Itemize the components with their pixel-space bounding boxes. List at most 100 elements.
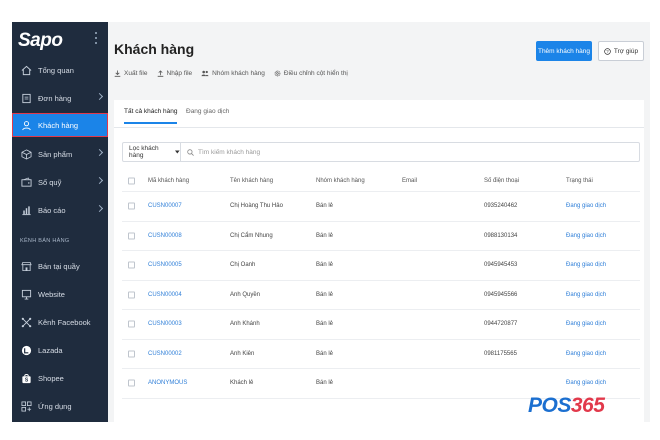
caret-down-icon (175, 150, 180, 154)
sidebar-item-label: Sổ quỹ (38, 177, 62, 187)
search-icon (187, 148, 194, 156)
select-all-checkbox[interactable] (128, 177, 135, 184)
more-options-icon[interactable] (95, 32, 98, 47)
sidebar-item-reports[interactable]: Báo cáo (12, 198, 108, 222)
customer-name: Khách lẻ (230, 380, 254, 387)
sidebar-item-label: Tổng quan (38, 65, 74, 75)
table-row[interactable]: CUSN00008 Chị Cẩm Nhung Bán lẻ 098813013… (122, 222, 640, 251)
table-row[interactable]: CUSN00003 Anh Khánh Bán lẻ 0944720877 Đa… (122, 310, 640, 340)
customer-name: Chị Cẩm Nhung (230, 232, 273, 239)
pos365-watermark: POS365 (528, 394, 605, 417)
row-checkbox[interactable] (128, 379, 135, 387)
sidebar-item-cashbook[interactable]: Sổ quỹ (12, 170, 108, 194)
sidebar-item-label: Shopee (38, 373, 64, 383)
shopee-icon: S (20, 372, 32, 384)
sidebar-item-label: Khách hàng (38, 120, 79, 130)
customer-name: Chị Hoàng Thu Hảo (230, 203, 283, 210)
column-header-email[interactable]: Email (402, 178, 417, 184)
app-window: Sapo Tổng quan Đơn hàng Khách hàng Sản p… (12, 22, 650, 422)
sidebar-item-label: Lazada (38, 345, 63, 355)
store-icon (20, 260, 32, 272)
sidebar-item-products[interactable]: Sản phẩm (12, 142, 108, 166)
customer-code-link[interactable]: CUSN00002 (148, 351, 182, 357)
column-header-group[interactable]: Nhóm khách hàng (316, 178, 365, 184)
table-row[interactable]: CUSN00002 Anh Kiên Bán lẻ 0981175565 Đan… (122, 340, 640, 369)
customer-code-link[interactable]: CUSN00004 (148, 292, 182, 298)
customer-list-card: Tất cả khách hàng Đang giao dịch Lọc khá… (114, 100, 644, 422)
customer-code-link[interactable]: CUSN00003 (148, 321, 182, 327)
sidebar-item-lazada[interactable]: Lazada (12, 338, 108, 362)
customer-table: Mã khách hàng Tên khách hàng Nhóm khách … (122, 170, 640, 399)
adjust-columns-button[interactable]: Điều chỉnh cột hiển thị (274, 70, 348, 77)
table-row[interactable]: CUSN00004 Anh Quyền Bán lẻ 0945945566 Đa… (122, 281, 640, 310)
sidebar-item-website[interactable]: Website (12, 282, 108, 306)
sidebar-item-shopee[interactable]: S Shopee (12, 366, 108, 390)
user-icon (20, 119, 32, 131)
customer-code-link[interactable]: CUSN00007 (148, 203, 182, 209)
customer-phone: 0988130134 (484, 232, 518, 239)
customer-phone: 0945945453 (484, 262, 518, 269)
column-header-code[interactable]: Mã khách hàng (148, 178, 189, 184)
sidebar-item-label: Kênh Facebook (38, 317, 91, 327)
tab-bar: Tất cả khách hàng Đang giao dịch (114, 100, 644, 128)
tab-all-customers[interactable]: Tất cả khách hàng (124, 108, 178, 124)
customer-code-link[interactable]: CUSN00005 (148, 262, 182, 268)
customer-status: Đang giao dịch (566, 350, 607, 357)
customer-status: Đang giao dịch (566, 380, 607, 387)
customer-filter-select[interactable]: Lọc khách hàng (123, 143, 181, 161)
main-content: Khách hàng Xuất file Nhập file Nhóm khác… (108, 22, 650, 422)
customer-status: Đang giao dịch (566, 321, 607, 328)
table-row[interactable]: CUSN00007 Chị Hoàng Thu Hảo Bán lẻ 09352… (122, 192, 640, 222)
sidebar-item-facebook[interactable]: Kênh Facebook (12, 310, 108, 334)
lazada-icon (20, 344, 32, 356)
apps-icon (20, 400, 32, 412)
tab-active-customers[interactable]: Đang giao dịch (186, 108, 229, 115)
export-file-button[interactable]: Xuất file (114, 70, 148, 77)
customer-phone: 0935240462 (484, 203, 518, 210)
customer-status: Đang giao dịch (566, 291, 607, 298)
sidebar-item-overview[interactable]: Tổng quan (12, 58, 108, 82)
row-checkbox[interactable] (128, 232, 135, 240)
sidebar-item-apps[interactable]: Ứng dụng (12, 394, 108, 418)
sidebar-item-label: Website (38, 289, 65, 299)
customer-search-input[interactable]: Tìm kiếm khách hàng (181, 149, 260, 156)
customer-phone: 0981175565 (484, 350, 517, 357)
chevron-right-icon (95, 92, 104, 101)
customer-group: Bán lẻ (316, 321, 334, 328)
column-header-phone[interactable]: Số điện thoại (484, 178, 519, 184)
chevron-right-icon (95, 148, 104, 157)
page-title: Khách hàng (114, 41, 195, 57)
table-row[interactable]: CUSN00005 Chị Oanh Bán lẻ 0945945453 Đan… (122, 251, 640, 281)
upload-icon (157, 70, 163, 77)
column-header-name[interactable]: Tên khách hàng (230, 178, 273, 184)
column-header-status[interactable]: Trạng thái (566, 178, 593, 184)
customer-name: Anh Kiên (230, 350, 255, 357)
add-customer-button[interactable]: Thêm khách hàng (536, 41, 592, 61)
customer-code-link[interactable]: ANONYMOUS (148, 380, 187, 386)
share-icon (20, 316, 32, 328)
sidebar-item-label: Ứng dụng (38, 401, 72, 411)
filter-bar: Lọc khách hàng Tìm kiếm khách hàng (122, 142, 640, 162)
help-icon: ? (604, 47, 611, 55)
row-checkbox[interactable] (128, 261, 135, 269)
sidebar-item-pos[interactable]: Bán tại quầy (12, 254, 108, 278)
row-checkbox[interactable] (128, 350, 135, 358)
row-checkbox[interactable] (128, 202, 135, 210)
monitor-icon (20, 288, 32, 300)
sidebar-item-orders[interactable]: Đơn hàng (12, 86, 108, 110)
customer-status: Đang giao dịch (566, 232, 607, 239)
row-checkbox[interactable] (128, 291, 135, 299)
home-icon (20, 64, 32, 76)
row-checkbox[interactable] (128, 320, 135, 328)
customer-name: Chị Oanh (230, 262, 256, 269)
import-file-button[interactable]: Nhập file (157, 70, 192, 77)
help-button[interactable]: ? Trợ giúp (598, 41, 644, 61)
customer-groups-button[interactable]: Nhóm khách hàng (201, 70, 265, 77)
sidebar-item-customers[interactable]: Khách hàng (12, 113, 108, 137)
toolbar: Xuất file Nhập file Nhóm khách hàng Điều… (114, 70, 348, 77)
customer-group: Bán lẻ (316, 350, 334, 357)
customer-code-link[interactable]: CUSN00008 (148, 233, 182, 239)
sapo-logo[interactable]: Sapo (18, 30, 63, 52)
sales-channels-heading: KÊNH BÁN HÀNG (20, 238, 70, 244)
sidebar: Sapo Tổng quan Đơn hàng Khách hàng Sản p… (12, 22, 108, 422)
